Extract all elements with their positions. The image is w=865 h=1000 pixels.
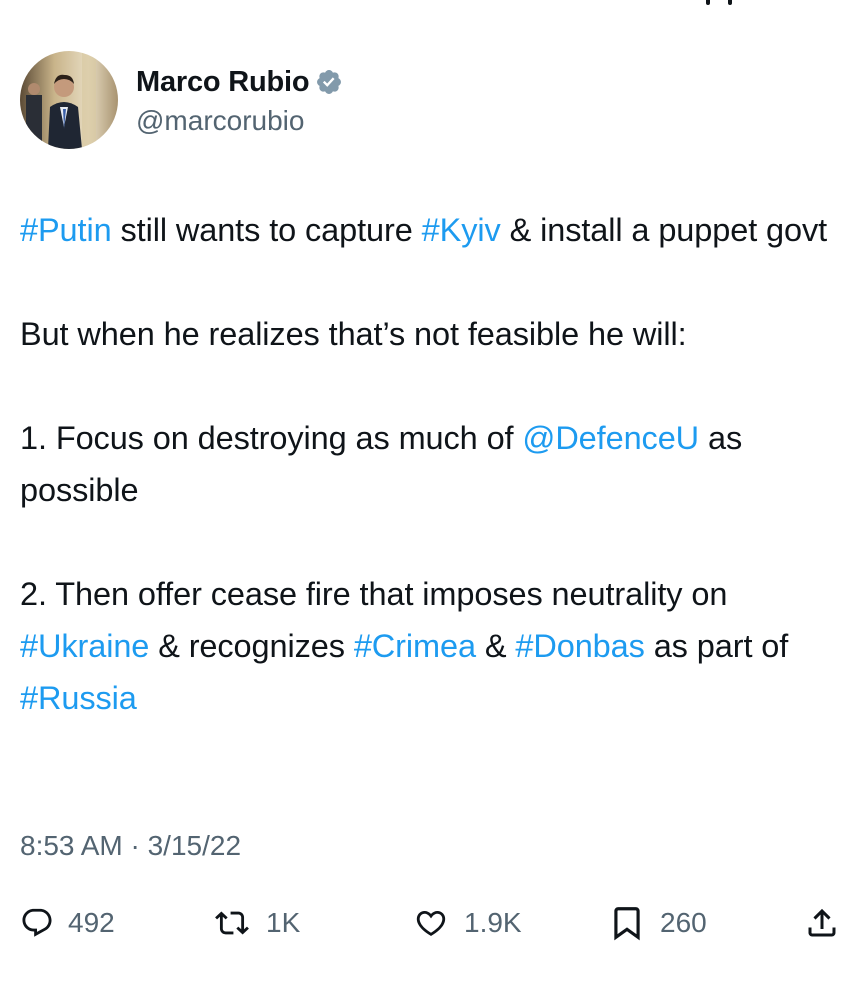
hashtag-link[interactable]: #Crimea <box>354 628 476 664</box>
tweet-text-segment: as part of <box>644 628 789 664</box>
hashtag-link[interactable]: #Donbas <box>515 628 645 664</box>
like-button[interactable]: 1.9K <box>412 896 522 950</box>
tweet-timestamp[interactable]: 8:53 AM · 3/15/22 <box>20 826 241 866</box>
tweet-text-segment: & recognizes <box>149 628 354 664</box>
tweet-paragraph: 2. Then offer cease fire that imposes ne… <box>20 568 850 724</box>
hashtag-link[interactable]: #Putin <box>20 212 112 248</box>
bookmark-count: 260 <box>660 907 707 938</box>
hashtag-link[interactable]: #Russia <box>20 680 137 716</box>
reply-count: 492 <box>68 907 115 938</box>
mention-link[interactable]: @DefenceU <box>522 420 699 456</box>
author-names: Marco Rubio @marcorubio <box>136 63 343 137</box>
tweet-text-segment: 1. Focus on destroying as much of <box>20 420 523 456</box>
reply-button[interactable]: 492 <box>20 896 115 950</box>
name-row: Marco Rubio <box>136 63 343 101</box>
tweet-text-segment: But when he realizes that’s not feasible… <box>20 316 687 352</box>
tweet-text-segment: still wants to capture <box>111 212 422 248</box>
avatar[interactable] <box>20 51 118 149</box>
top-overflow-fragment <box>706 0 732 5</box>
tweet-paragraph: #Putin still wants to capture #Kyiv & in… <box>20 204 850 256</box>
retweet-count: 1K <box>266 907 301 938</box>
reply-icon <box>22 908 52 937</box>
tweet-text-segment: 2. Then offer cease fire that imposes ne… <box>20 576 728 612</box>
share-button[interactable] <box>804 896 840 950</box>
hashtag-link[interactable]: #Kyiv <box>422 212 501 248</box>
heart-icon <box>416 910 446 936</box>
avatar-photo <box>20 51 118 149</box>
tweet-paragraph: But when he realizes that’s not feasible… <box>20 308 850 360</box>
tweet-text-segment: & <box>475 628 516 664</box>
like-count: 1.9K <box>464 907 522 938</box>
tweet-actions: 492 1K 1.9K 260 <box>20 896 850 950</box>
retweet-icon <box>215 911 249 935</box>
bookmark-button[interactable]: 260 <box>608 896 707 950</box>
tweet-text-segment: & install a puppet govt <box>500 212 828 248</box>
share-icon <box>808 908 836 937</box>
tweet-text: #Putin still wants to capture #Kyiv & in… <box>20 204 850 724</box>
retweet-button[interactable]: 1K <box>212 896 300 950</box>
bookmark-icon <box>614 907 640 941</box>
tweet-paragraph: 1. Focus on destroying as much of @Defen… <box>20 412 850 516</box>
author-handle[interactable]: @marcorubio <box>136 105 343 137</box>
verified-badge-icon[interactable] <box>315 68 343 96</box>
tweet-header: Marco Rubio @marcorubio <box>20 50 343 150</box>
hashtag-link[interactable]: #Ukraine <box>20 628 149 664</box>
author-display-name[interactable]: Marco Rubio <box>136 66 310 99</box>
